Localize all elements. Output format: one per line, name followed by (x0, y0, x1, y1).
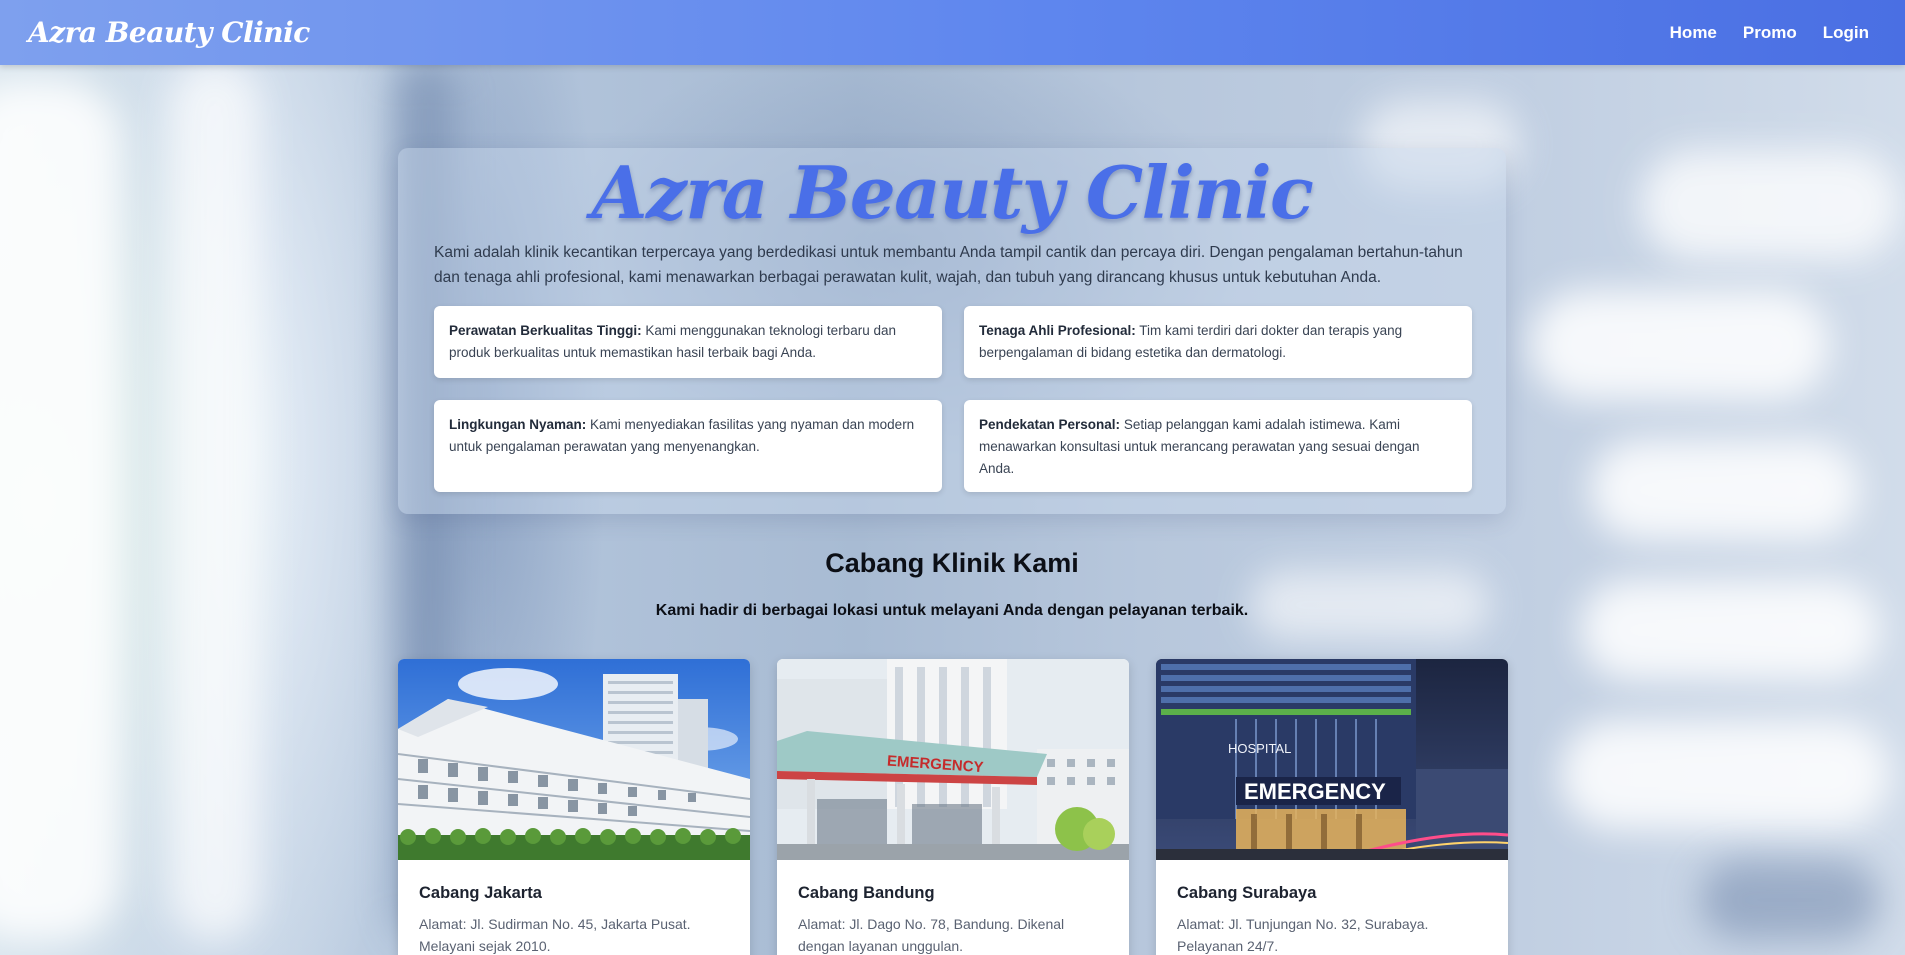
branch-photo-surabaya: HOSPITAL EMERGENCY (1156, 659, 1508, 860)
feature-title: Lingkungan Nyaman: (449, 417, 587, 432)
feature-card-environment: Lingkungan Nyaman: Kami menyediakan fasi… (434, 400, 942, 492)
branches-section-title: Cabang Klinik Kami (825, 548, 1079, 578)
branch-photo-jakarta (398, 659, 750, 860)
branch-address: Alamat: Jl. Tunjungan No. 32, Surabaya. … (1177, 916, 1429, 954)
branch-card-body: Cabang Surabaya Alamat: Jl. Tunjungan No… (1156, 860, 1508, 955)
feature-title: Tenaga Ahli Profesional: (979, 323, 1136, 338)
nav-home-link[interactable]: Home (1670, 23, 1717, 43)
branch-address: Alamat: Jl. Dago No. 78, Bandung. Dikena… (798, 916, 1065, 954)
feature-title: Pendekatan Personal: (979, 417, 1121, 432)
top-navbar: Azra Beauty Clinic Home Promo Login (0, 0, 1905, 65)
branch-name: Cabang Surabaya (1177, 884, 1317, 902)
branch-name: Cabang Jakarta (419, 884, 542, 902)
branch-photo-bandung: EMERGENCY (777, 659, 1129, 860)
emergency-sign: EMERGENCY (1244, 779, 1386, 804)
nav-links: Home Promo Login (1670, 23, 1869, 43)
feature-card-personal: Pendekatan Personal: Setiap pelanggan ka… (964, 400, 1472, 492)
hero-title: Azra Beauty Clinic (591, 150, 1314, 235)
hero-description: Kami adalah klinik kecantikan terpercaya… (434, 244, 1463, 286)
feature-card-experts: Tenaga Ahli Profesional: Tim kami terdir… (964, 306, 1472, 378)
branch-card-body: Cabang Jakarta Alamat: Jl. Sudirman No. … (398, 860, 750, 955)
branch-card-jakarta[interactable]: Cabang Jakarta Alamat: Jl. Sudirman No. … (398, 659, 750, 955)
branch-address: Alamat: Jl. Sudirman No. 45, Jakarta Pus… (419, 916, 691, 954)
branch-name: Cabang Bandung (798, 884, 935, 902)
branches-section-subtitle: Kami hadir di berbagai lokasi untuk mela… (655, 602, 1249, 619)
about-hero-card: Azra Beauty Clinic Kami adalah klinik ke… (398, 148, 1506, 514)
hospital-sign: HOSPITAL (1228, 741, 1291, 756)
branch-card-surabaya[interactable]: HOSPITAL EMERGENCY Cabang Surabaya Alama… (1156, 659, 1508, 955)
branch-card-body: Cabang Bandung Alamat: Jl. Dago No. 78, … (777, 860, 1129, 955)
feature-card-quality: Perawatan Berkualitas Tinggi: Kami mengg… (434, 306, 942, 378)
nav-promo-link[interactable]: Promo (1743, 23, 1797, 43)
branch-card-bandung[interactable]: EMERGENCY Cabang Bandung Alamat: Jl. Dag… (777, 659, 1129, 955)
nav-login-link[interactable]: Login (1823, 23, 1869, 43)
feature-title: Perawatan Berkualitas Tinggi: (449, 323, 642, 338)
brand-logo[interactable]: Azra Beauty Clinic (28, 16, 310, 49)
